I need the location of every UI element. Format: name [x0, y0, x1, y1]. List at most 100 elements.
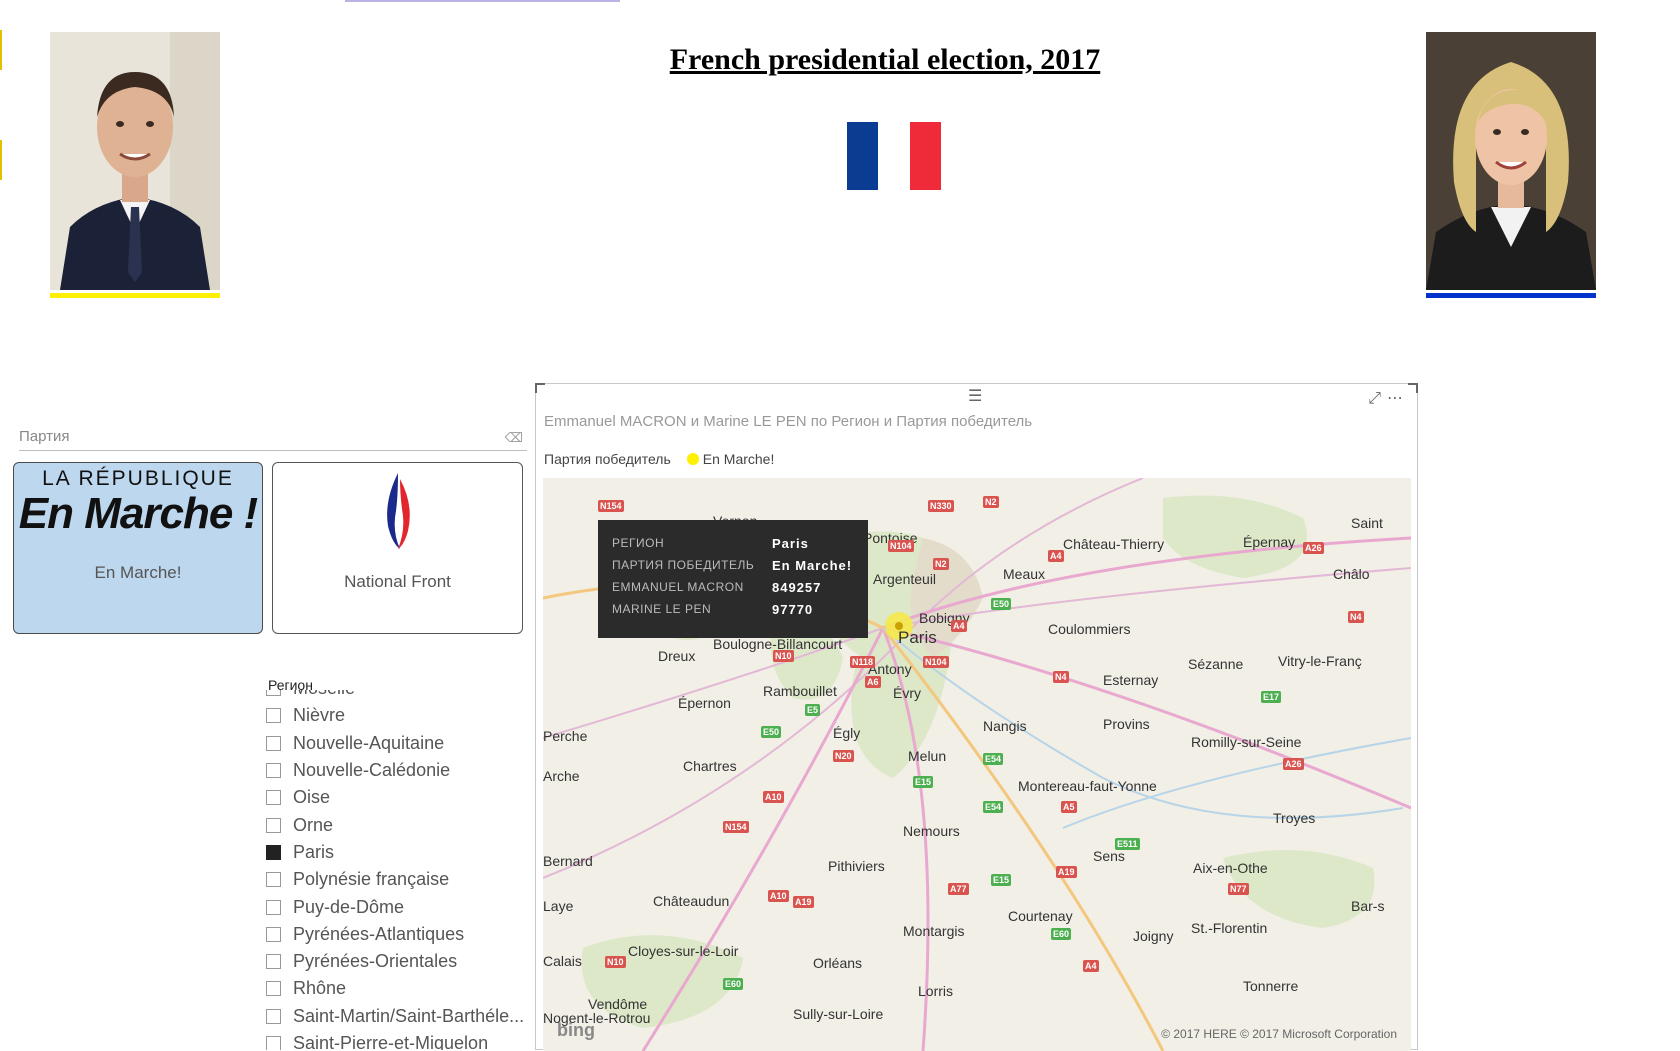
region-item[interactable]: Nièvre — [266, 702, 538, 729]
region-item[interactable]: Nouvelle-Aquitaine — [266, 730, 538, 757]
region-item[interactable]: Orne — [266, 811, 538, 838]
region-item[interactable]: Polynésie française — [266, 866, 538, 893]
road-shield: E17 — [1261, 691, 1282, 703]
region-label: Orne — [293, 814, 334, 835]
edge-marker — [0, 30, 2, 70]
map-place-label: Chartres — [683, 758, 737, 774]
tooltip-key: РЕГИОН — [612, 536, 665, 550]
road-shield: E50 — [761, 726, 782, 738]
tooltip-value: En Marche! — [772, 557, 853, 573]
road-shield: A6 — [865, 676, 881, 688]
region-checkbox[interactable] — [266, 1036, 281, 1050]
map-place-label: Calais — [543, 953, 582, 969]
focus-mode-icon[interactable]: ⤢ — [1368, 390, 1387, 407]
region-checkbox[interactable] — [266, 872, 281, 888]
region-checkbox[interactable] — [266, 763, 281, 779]
map-place-label: Provins — [1103, 716, 1150, 732]
tooltip-key: ПАРТИЯ ПОБЕДИТЕЛЬ — [612, 558, 755, 572]
tooltip-value: 97770 — [772, 601, 814, 617]
macron-photo — [50, 32, 220, 290]
map-place-label: Joigny — [1133, 928, 1174, 944]
region-checkbox[interactable] — [266, 899, 281, 915]
road-shield: N20 — [833, 750, 854, 762]
flag-red-band — [909, 122, 941, 190]
region-label: Pyrénées-Atlantiques — [293, 923, 465, 944]
map-place-label: Perche — [543, 728, 588, 744]
map-place-label: Lorris — [918, 983, 954, 999]
drag-handle-icon[interactable]: ☰ — [968, 386, 982, 406]
map-place-label: Nangis — [983, 718, 1027, 734]
macron-accent-bar — [50, 293, 220, 298]
road-shield: A4 — [1083, 960, 1099, 972]
party-card-national-front[interactable]: National Front — [272, 462, 523, 634]
resize-corner[interactable] — [535, 383, 545, 393]
map-place-label: Château-Thierry — [1063, 536, 1165, 552]
visual-title: Emmanuel MACRON и Marine LE PEN по Регио… — [544, 413, 1033, 430]
tooltip-row: РЕГИОН Paris — [612, 532, 854, 554]
region-item[interactable]: Moselle — [266, 690, 538, 702]
legend-dot — [686, 453, 699, 465]
region-label: Oise — [293, 787, 331, 808]
region-item[interactable]: Paris — [266, 839, 538, 866]
map-place-label: Montereau-faut-Yonne — [1018, 778, 1157, 794]
resize-corner[interactable] — [1408, 383, 1418, 393]
party-slicer-label: Партия — [19, 428, 70, 445]
map-visual[interactable]: ☰ ⤢⋯ Emmanuel MACRON и Marine LE PEN по … — [535, 383, 1418, 1051]
region-checkbox[interactable] — [266, 926, 281, 942]
map-place-label: Épernay — [1243, 534, 1296, 550]
road-shield: E54 — [983, 801, 1004, 813]
region-label: Puy-de-Dôme — [293, 896, 405, 917]
road-shield: N2 — [983, 496, 999, 508]
region-item[interactable]: Puy-de-Dôme — [266, 893, 538, 920]
region-checkbox[interactable] — [266, 735, 281, 751]
map-place-label: Melun — [908, 748, 947, 764]
map-place-label: Coulommiers — [1048, 621, 1131, 637]
road-shield: N4 — [1348, 611, 1364, 623]
region-item[interactable]: Saint-Pierre-et-Miquelon — [266, 1030, 538, 1050]
region-item[interactable]: Saint-Martin/Saint-Barthéle... — [266, 1003, 538, 1030]
road-shield: E50 — [991, 598, 1012, 610]
flag-blue-band — [847, 122, 879, 190]
map-place-label: Rambouillet — [763, 683, 837, 699]
region-item[interactable]: Rhône — [266, 975, 538, 1002]
party-card-en-marche[interactable]: LA RÉPUBLIQUE En Marche ! En Marche! — [13, 462, 263, 634]
road-shield: E5 — [805, 704, 821, 716]
en-marche-logo: En Marche ! — [18, 489, 258, 538]
map-place-label: Orléans — [813, 955, 863, 971]
en-marche-logo-top: LA RÉPUBLIQUE — [42, 467, 234, 490]
region-label: Nouvelle-Calédonie — [293, 760, 451, 781]
map-place-label: Vitry-le-Franç — [1278, 653, 1362, 669]
region-label: Polynésie française — [293, 869, 450, 890]
lepen-photo — [1426, 32, 1596, 290]
region-label: Saint-Pierre-et-Miquelon — [293, 1033, 489, 1050]
map-place-label: Dreux — [658, 648, 696, 664]
region-checkbox[interactable] — [266, 790, 281, 806]
region-item[interactable]: Pyrénées-Atlantiques — [266, 921, 538, 948]
region-checkbox[interactable] — [266, 817, 281, 833]
road-shield: E60 — [723, 978, 744, 990]
region-checkbox[interactable] — [266, 708, 281, 724]
tooltip-key: EMMANUEL MACRON — [612, 580, 744, 594]
region-slicer-list[interactable]: Moselle Nièvre Nouvelle-Aquitaine Nouvelle-… — [266, 690, 538, 1050]
road-shield: A4 — [1048, 550, 1064, 562]
region-item[interactable]: Nouvelle-Calédonie — [266, 757, 538, 784]
region-checkbox[interactable] — [266, 844, 281, 860]
region-checkbox[interactable] — [266, 954, 281, 970]
road-shield: A19 — [793, 896, 814, 908]
page-title: French presidential election, 2017 — [669, 43, 1101, 76]
road-shield: E511 — [1115, 838, 1140, 850]
map-tooltip: РЕГИОН Paris ПАРТИЯ ПОБЕДИТЕЛЬ En Marche! EM… — [598, 520, 868, 638]
region-checkbox[interactable] — [266, 981, 281, 997]
region-item[interactable]: Oise — [266, 784, 538, 811]
region-label: Rhône — [293, 978, 347, 999]
map-place-label: Évry — [893, 685, 921, 701]
region-item[interactable]: Pyrénées-Orientales — [266, 948, 538, 975]
region-label: Pyrénées-Orientales — [293, 951, 458, 972]
party-slicer-header: Партия ⌫ — [19, 428, 527, 451]
region-checkbox[interactable] — [266, 690, 281, 697]
tooltip-row: MARINE LE PEN 97770 — [612, 598, 854, 620]
more-options-icon[interactable]: ⋯ — [1387, 390, 1409, 407]
clear-selection-icon[interactable]: ⌫ — [505, 430, 523, 446]
map-place-label: Bar-s — [1351, 898, 1385, 914]
region-checkbox[interactable] — [266, 1008, 281, 1024]
